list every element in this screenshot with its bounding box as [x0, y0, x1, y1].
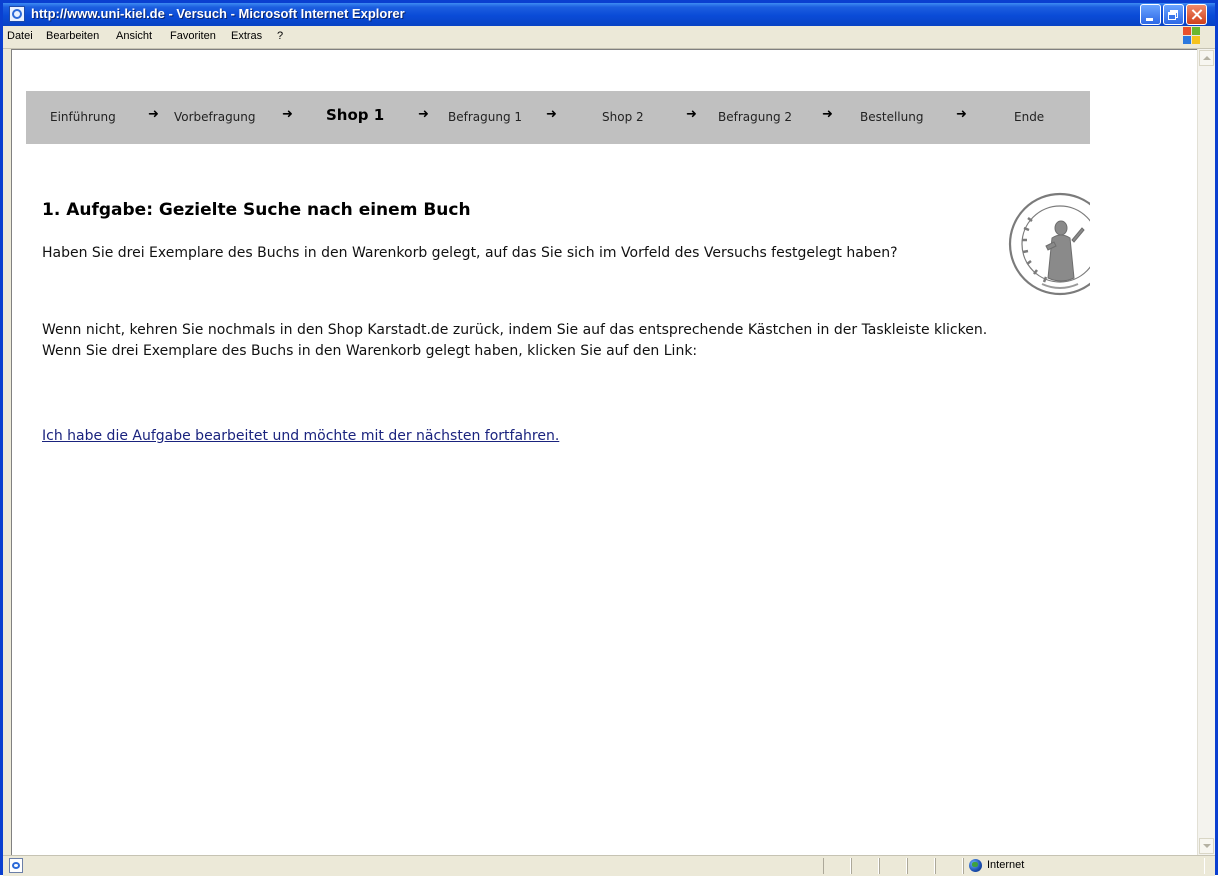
step-befragung-2: Befragung 2	[718, 110, 793, 124]
status-bar: Internet	[3, 855, 1215, 876]
browser-window: http://www.uni-kiel.de - Versuch - Micro…	[0, 0, 1218, 876]
step-vorbefragung: Vorbefragung	[174, 110, 256, 124]
step-ende: Ende	[1014, 110, 1045, 124]
close-button[interactable]	[1186, 4, 1207, 25]
step-arrow-icon: ➜	[148, 107, 159, 122]
university-seal-icon	[1008, 192, 1090, 296]
step-arrow-icon: ➜	[822, 107, 833, 122]
step-arrow-icon: ➜	[686, 107, 697, 122]
menu-bearbeiten[interactable]: Bearbeiten	[46, 30, 99, 42]
question-paragraph: Haben Sie drei Exemplare des Buchs in de…	[42, 245, 898, 261]
instruction-paragraph: Wenn nicht, kehren Sie nochmals in den S…	[42, 322, 988, 359]
status-pane	[851, 858, 879, 874]
step-shop-2: Shop 2	[602, 110, 644, 124]
maximize-button[interactable]	[1163, 4, 1184, 25]
windows-logo-icon	[1183, 27, 1201, 45]
scroll-up-icon[interactable]	[1199, 50, 1214, 66]
security-zone-label: Internet	[987, 859, 1025, 871]
menu-bar: Datei Bearbeiten Ansicht Favoriten Extra…	[3, 26, 1215, 49]
ie-page-icon	[9, 6, 25, 22]
status-pane	[879, 858, 907, 874]
step-einfuehrung: Einführung	[50, 110, 116, 124]
menu-favoriten[interactable]: Favoriten	[170, 30, 216, 42]
step-shop-1: Shop 1	[326, 106, 385, 124]
vertical-scrollbar[interactable]	[1197, 49, 1215, 855]
menu-help[interactable]: ?	[277, 30, 283, 42]
step-arrow-icon: ➜	[956, 107, 967, 122]
title-bar[interactable]: http://www.uni-kiel.de - Versuch - Micro…	[3, 3, 1215, 26]
page-heading: 1. Aufgabe: Gezielte Suche nach einem Bu…	[42, 200, 471, 220]
menu-ansicht[interactable]: Ansicht	[116, 30, 152, 42]
status-pane	[823, 858, 851, 874]
step-navigation-bar: Einführung ➜ Vorbefragung ➜ Shop 1 ➜ Bef…	[26, 91, 1090, 144]
continue-link[interactable]: Ich habe die Aufgabe bearbeitet und möch…	[42, 428, 559, 444]
menu-datei[interactable]: Datei	[7, 30, 33, 42]
status-pane	[907, 858, 935, 874]
page-content: Einführung ➜ Vorbefragung ➜ Shop 1 ➜ Bef…	[11, 49, 1197, 855]
step-bestellung: Bestellung	[860, 110, 924, 124]
minimize-button[interactable]	[1140, 4, 1161, 25]
window-title: http://www.uni-kiel.de - Versuch - Micro…	[31, 6, 405, 21]
step-arrow-icon: ➜	[282, 107, 293, 122]
status-pane	[935, 858, 963, 874]
step-arrow-icon: ➜	[418, 107, 429, 122]
step-befragung-1: Befragung 1	[448, 110, 523, 124]
globe-icon	[969, 859, 982, 872]
menu-extras[interactable]: Extras	[231, 30, 262, 42]
step-arrow-icon: ➜	[546, 107, 557, 122]
scroll-down-icon[interactable]	[1199, 838, 1214, 854]
ie-page-icon	[9, 858, 23, 873]
